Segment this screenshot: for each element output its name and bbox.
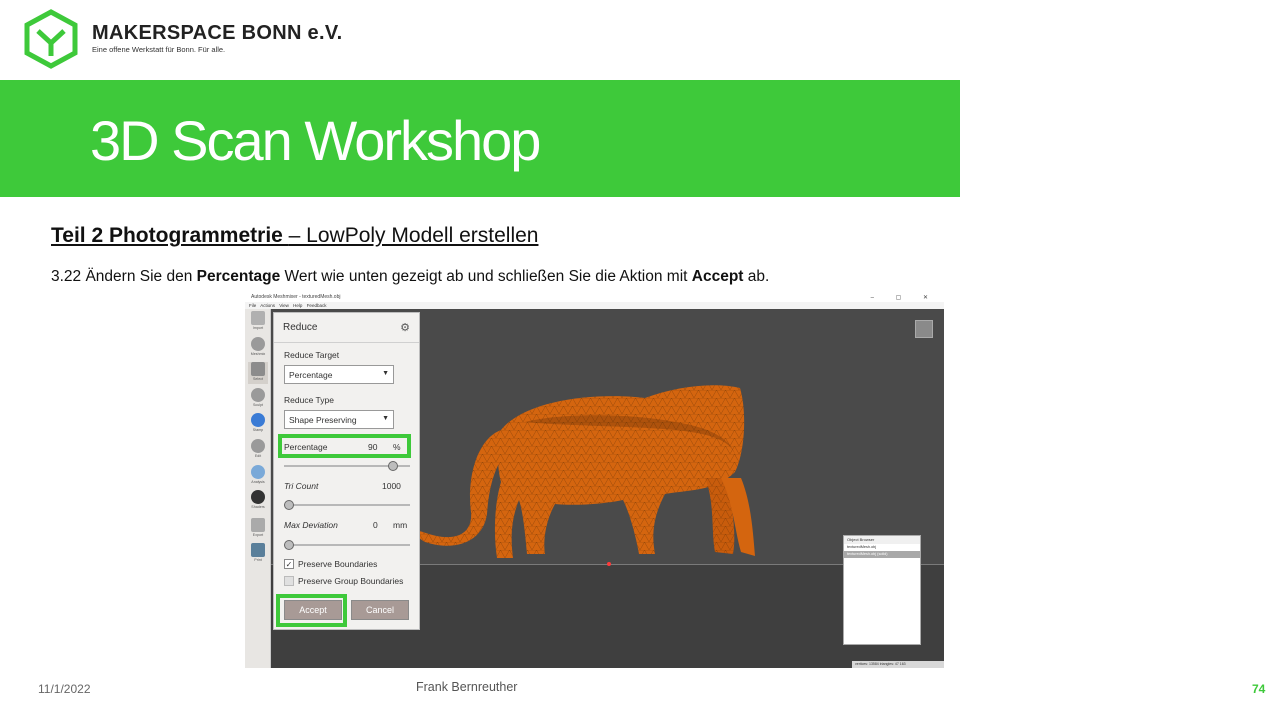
status-bar: vertices: 13584 triangles: 47 163 xyxy=(852,661,944,668)
preserve-group-boundaries-label: Preserve Group Boundaries xyxy=(298,576,404,586)
tool-export[interactable]: Export xyxy=(248,518,268,540)
app-titlebar: Autodesk Meshmixer - texturedMesh.obj – … xyxy=(245,294,944,302)
tool-meshmix[interactable]: Meshmix xyxy=(248,337,268,359)
tool-label: Print xyxy=(254,558,262,562)
tool-analysis[interactable]: Analysis xyxy=(248,465,268,487)
sculpt-icon xyxy=(251,388,265,402)
tool-select[interactable]: Select xyxy=(248,362,268,384)
reduce-panel: Reduce ⚙ Reduce Target Percentage ▼ Reduc… xyxy=(273,312,420,630)
tool-label: Analysis xyxy=(251,480,265,484)
analysis-icon xyxy=(251,465,265,479)
tool-stamp[interactable]: Stamp xyxy=(248,413,268,435)
tool-label: Import xyxy=(252,326,264,330)
viewcube-icon[interactable] xyxy=(915,320,933,338)
instruction-prefix: 3.22 Ändern Sie den xyxy=(51,268,197,285)
footer-date: 11/1/2022 xyxy=(38,682,91,696)
tool-sculpt[interactable]: Sculpt xyxy=(248,388,268,410)
tool-edit[interactable]: Edit xyxy=(248,439,268,461)
print-icon xyxy=(251,543,265,557)
reduce-panel-title: Reduce xyxy=(283,322,318,333)
object-browser: Object Browser texturedMesh.obj textured… xyxy=(843,535,921,645)
section-heading-rest: – LowPoly Modell erstellen xyxy=(288,224,539,247)
reduce-target-label: Reduce Target xyxy=(284,350,340,360)
max-deviation-slider[interactable] xyxy=(284,540,410,550)
export-icon xyxy=(251,518,265,532)
percentage-highlight xyxy=(278,434,411,458)
select-icon xyxy=(251,362,265,376)
meshmix-icon xyxy=(251,337,265,351)
makerspace-logo-icon xyxy=(24,9,78,69)
max-deviation-slider-handle[interactable] xyxy=(284,540,294,550)
section-heading: Teil 2 Photogrammetrie – LowPoly Modell … xyxy=(51,224,538,248)
preserve-group-boundaries-checkbox[interactable] xyxy=(284,576,294,586)
shaders-icon xyxy=(251,490,265,504)
tri-count-slider[interactable] xyxy=(284,500,410,510)
stamp-icon xyxy=(251,413,265,427)
pivot-point-icon xyxy=(607,562,611,566)
max-deviation-label: Max Deviation xyxy=(284,520,338,530)
page-number: 74 xyxy=(1252,682,1266,696)
cancel-button[interactable]: Cancel xyxy=(351,600,409,620)
object-browser-item[interactable]: texturedMesh.obj xyxy=(844,544,920,551)
preserve-boundaries-label: Preserve Boundaries xyxy=(298,559,378,569)
reduce-target-value: Percentage xyxy=(289,370,333,380)
reduce-type-select[interactable]: Shape Preserving ▼ xyxy=(284,410,394,429)
reduce-type-label: Reduce Type xyxy=(284,395,334,405)
accept-highlight xyxy=(276,594,347,627)
object-browser-item[interactable]: texturedMesh.obj (solid) xyxy=(844,551,920,558)
meshmixer-screenshot: Autodesk Meshmixer - texturedMesh.obj – … xyxy=(245,294,944,668)
tool-sidebar: Import Meshmix Select Sculpt Stamp Edit … xyxy=(245,309,271,668)
org-name: MAKERSPACE BONN e.V. xyxy=(92,22,343,44)
org-tagline: Eine offene Werkstatt für Bonn. Für alle… xyxy=(92,45,226,54)
tri-count-label: Tri Count xyxy=(284,481,319,491)
section-heading-bold: Teil 2 Photogrammetrie xyxy=(51,224,289,247)
tool-shaders[interactable]: Shaders xyxy=(248,490,268,512)
instruction-suffix: ab. xyxy=(743,268,770,285)
instruction-bold-accept: Accept xyxy=(691,268,744,285)
percentage-slider-handle[interactable] xyxy=(388,461,398,471)
preserve-boundaries-checkbox[interactable]: ✓ xyxy=(284,559,294,569)
cat-mesh-model[interactable] xyxy=(415,382,755,567)
title-bar: 3D Scan Workshop xyxy=(0,80,960,197)
instruction-text: 3.22 Ändern Sie den Percentage Wert wie … xyxy=(51,268,769,286)
footer-author: Frank Bernreuther xyxy=(416,680,518,694)
tool-print[interactable]: Print xyxy=(248,543,268,565)
tool-label: Stamp xyxy=(252,428,264,432)
max-deviation-value[interactable]: 0 xyxy=(373,520,378,530)
edit-icon xyxy=(251,439,265,453)
reduce-target-select[interactable]: Percentage ▼ xyxy=(284,365,394,384)
window-buttons[interactable]: – ▢ ✕ xyxy=(871,294,938,301)
tri-count-value[interactable]: 1000 xyxy=(382,481,401,491)
tool-label: Meshmix xyxy=(250,352,266,356)
object-browser-title: Object Browser xyxy=(844,536,920,544)
app-menubar[interactable]: File Actions View Help Feedback xyxy=(245,302,944,309)
percentage-slider[interactable] xyxy=(284,461,410,471)
tool-label: Select xyxy=(253,377,263,381)
tool-label: Shaders xyxy=(251,505,265,509)
reduce-type-value: Shape Preserving xyxy=(289,415,357,425)
import-icon xyxy=(251,311,265,325)
chevron-down-icon: ▼ xyxy=(382,370,389,377)
reduce-panel-header: Reduce ⚙ xyxy=(274,313,419,343)
instruction-bold-percentage: Percentage xyxy=(196,268,281,285)
tool-label: Edit xyxy=(254,454,262,458)
max-deviation-unit: mm xyxy=(393,520,408,530)
tri-count-slider-handle[interactable] xyxy=(284,500,294,510)
app-window-title: Autodesk Meshmixer - texturedMesh.obj xyxy=(251,294,341,300)
tool-import[interactable]: Import xyxy=(248,311,268,333)
chevron-down-icon: ▼ xyxy=(382,415,389,422)
gear-icon[interactable]: ⚙ xyxy=(400,321,410,334)
tool-label: Sculpt xyxy=(253,403,263,407)
slide-title: 3D Scan Workshop xyxy=(90,109,541,172)
tool-label: Export xyxy=(252,533,264,537)
instruction-mid: Wert wie unten gezeigt ab und schließen … xyxy=(280,268,692,285)
